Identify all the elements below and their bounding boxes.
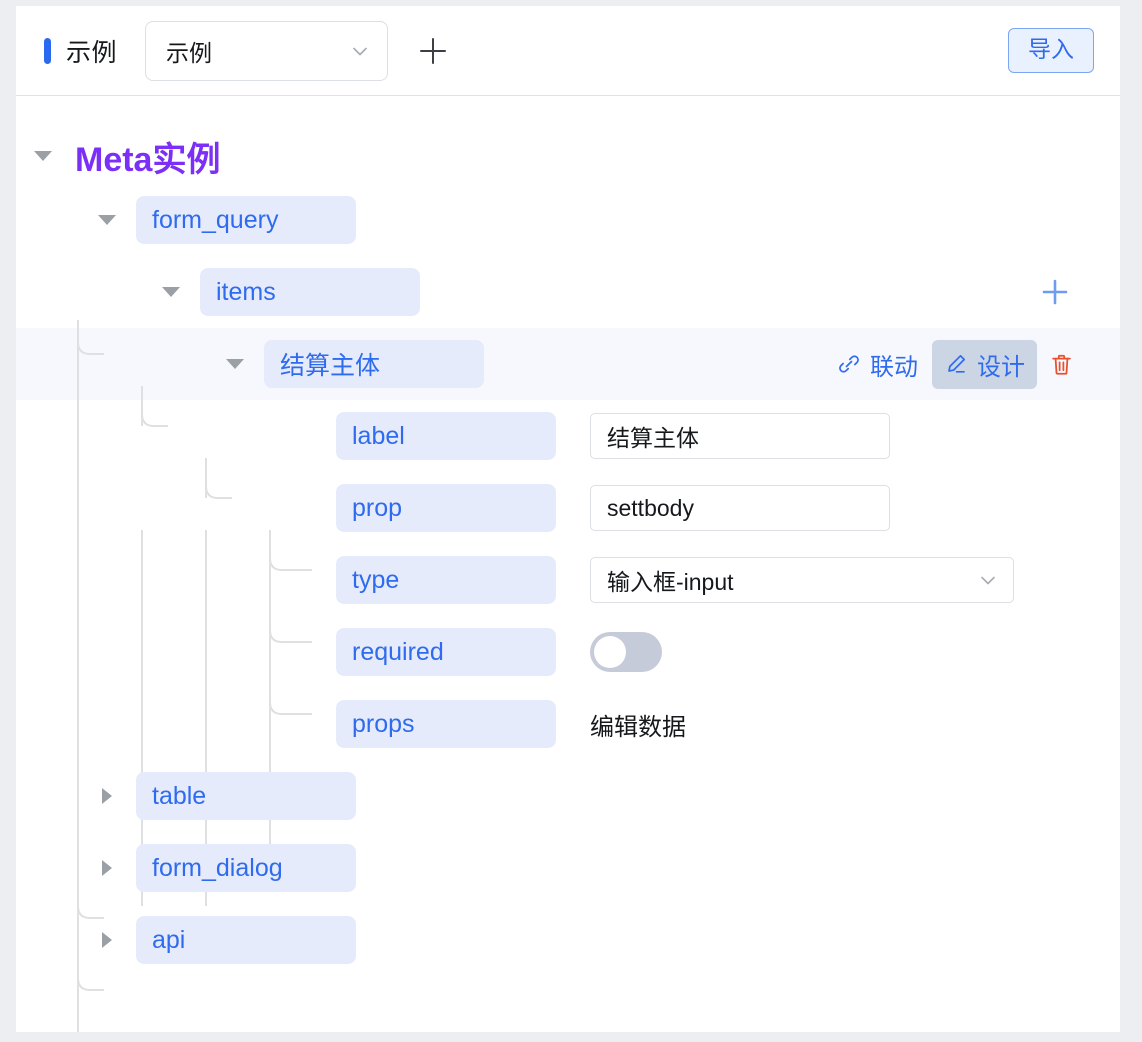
- toggle-knob: [594, 636, 626, 668]
- instance-select[interactable]: 示例: [145, 20, 389, 81]
- node-actions: 联动 设计: [825, 339, 1084, 389]
- property-key[interactable]: prop: [336, 484, 556, 532]
- tree-node-api[interactable]: api: [16, 904, 1120, 976]
- chevron-down-icon: [977, 569, 999, 591]
- caret-down-icon[interactable]: [156, 277, 186, 307]
- property-key[interactable]: required: [336, 628, 556, 676]
- instance-select-value: 示例: [166, 39, 213, 66]
- trash-icon: [1049, 352, 1074, 377]
- property-key[interactable]: label: [336, 412, 556, 460]
- type-select[interactable]: 输入框-input: [590, 557, 1014, 603]
- design-action-label: 设计: [977, 353, 1025, 381]
- property-row-prop: prop: [16, 472, 1120, 544]
- link-action-button[interactable]: 联动: [825, 340, 930, 389]
- property-value: 编辑数据: [590, 707, 686, 742]
- link-action-label: 联动: [870, 353, 918, 381]
- caret-down-icon[interactable]: [92, 205, 122, 235]
- design-action-button[interactable]: 设计: [932, 339, 1037, 389]
- property-value: 输入框-input: [590, 557, 1014, 603]
- property-key[interactable]: type: [336, 556, 556, 604]
- tree-node-label[interactable]: items: [200, 268, 420, 316]
- tree-node-settbody[interactable]: 结算主体 联动 设计: [16, 328, 1120, 400]
- import-button[interactable]: 导入: [1008, 28, 1094, 73]
- tree-node-table[interactable]: table: [16, 760, 1120, 832]
- tree-node-label[interactable]: 结算主体: [264, 340, 484, 388]
- property-value: [590, 485, 890, 531]
- property-key[interactable]: props: [336, 700, 556, 748]
- pencil-icon: [944, 352, 968, 376]
- chevron-down-icon: [349, 40, 371, 62]
- tree-root-row[interactable]: Meta实例: [16, 128, 1120, 184]
- caret-down-icon[interactable]: [220, 349, 250, 379]
- tree-node-label[interactable]: table: [136, 772, 356, 820]
- link-icon: [837, 352, 861, 376]
- tree-root-label: Meta实例: [75, 140, 221, 179]
- caret-right-icon[interactable]: [92, 925, 122, 955]
- property-row-label: label: [16, 400, 1120, 472]
- meta-tree: Meta实例 form_query items 结算主体 联动 设计 label…: [16, 128, 1120, 1032]
- tree-node-label[interactable]: api: [136, 916, 356, 964]
- app-card: 示例 示例 导入 Meta实例 form_query items 结算主体 联动…: [16, 6, 1120, 1032]
- add-item-button[interactable]: [1038, 275, 1072, 309]
- edit-data-label[interactable]: 编辑数据: [590, 707, 686, 742]
- tree-node-items[interactable]: items: [16, 256, 1120, 328]
- tree-node-form_dialog[interactable]: form_dialog: [16, 832, 1120, 904]
- prop-input[interactable]: [590, 485, 890, 531]
- page-title: 示例: [66, 38, 118, 67]
- app-header: 示例 示例 导入: [16, 6, 1120, 96]
- property-row-type: type 输入框-input: [16, 544, 1120, 616]
- property-row-required: required: [16, 616, 1120, 688]
- caret-right-icon[interactable]: [92, 853, 122, 883]
- tree-node-label[interactable]: form_query: [136, 196, 356, 244]
- add-instance-button[interactable]: [412, 30, 454, 72]
- property-value: [590, 413, 890, 459]
- type-select-value: 输入框-input: [607, 569, 734, 595]
- property-value: [590, 632, 662, 672]
- tree-node-label[interactable]: form_dialog: [136, 844, 356, 892]
- caret-down-icon[interactable]: [30, 143, 56, 169]
- accent-bar: [44, 37, 51, 64]
- label-input[interactable]: [590, 413, 890, 459]
- tree-node-form_query[interactable]: form_query: [16, 184, 1120, 256]
- required-toggle[interactable]: [590, 632, 662, 672]
- caret-right-icon[interactable]: [92, 781, 122, 811]
- delete-action-button[interactable]: [1039, 345, 1084, 384]
- property-row-props: props 编辑数据: [16, 688, 1120, 760]
